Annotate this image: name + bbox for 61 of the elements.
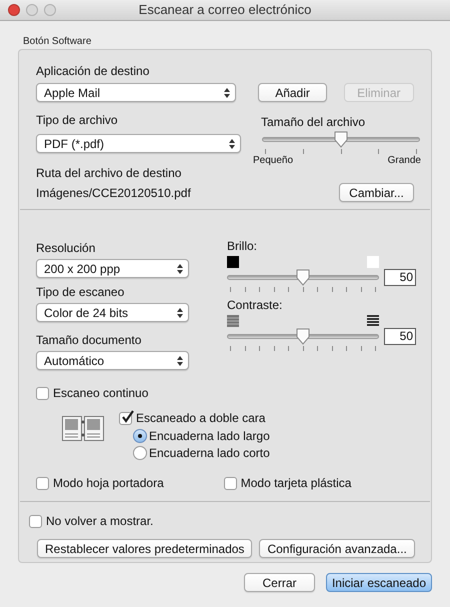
slider-max-label: Grande	[388, 154, 421, 168]
button[interactable]: Configuración avanzada...	[259, 539, 415, 558]
group-label: Botón Software	[23, 35, 92, 48]
stepper-arrows-icon	[177, 356, 183, 366]
dropdown[interactable]: Automático	[36, 351, 189, 370]
value-field[interactable]: 50	[384, 328, 416, 345]
dropdown[interactable]: PDF (*.pdf)	[36, 134, 241, 153]
button[interactable]: Añadir	[258, 83, 327, 102]
minimize-button[interactable]	[26, 4, 38, 16]
field-label: Tamaño documento	[36, 332, 142, 348]
checkbox-label: Modo tarjeta plástica	[240, 475, 352, 491]
low-contrast-icon	[227, 315, 239, 327]
window-title: Escanear a correo electrónico	[138, 2, 312, 18]
radio-button[interactable]	[133, 446, 147, 460]
checkbox[interactable]	[29, 514, 42, 528]
slider-thumb[interactable]	[296, 269, 310, 286]
slider[interactable]	[227, 328, 379, 345]
field-label: Tipo de archivo	[36, 112, 119, 128]
slider[interactable]	[227, 269, 379, 286]
stepper-arrows-icon	[229, 138, 235, 148]
radio-label: Encuaderna lado corto	[149, 445, 270, 461]
stepper-arrows-icon	[177, 264, 183, 274]
dark-square-icon	[227, 256, 239, 268]
checkbox[interactable]	[36, 476, 49, 490]
slider-min-label: Pequeño	[253, 154, 294, 168]
light-square-icon	[367, 256, 379, 268]
checkbox[interactable]	[119, 412, 132, 424]
check-icon	[121, 410, 134, 422]
slider-thumb[interactable]	[296, 328, 310, 345]
field-label: Tipo de escaneo	[36, 284, 126, 300]
field-label: Resolución	[36, 240, 96, 256]
button[interactable]: Cerrar	[244, 573, 315, 592]
zoom-button[interactable]	[44, 4, 56, 16]
checkbox-label: Modo hoja portadora	[53, 475, 164, 491]
field-label: Contraste:	[227, 297, 284, 313]
checkbox-label: Escaneo continuo	[53, 385, 148, 401]
button[interactable]: Restablecer valores predeterminados	[37, 539, 252, 558]
field-label: Brillo:	[227, 238, 258, 254]
file-path: Imágenes/CCE20120510.pdf	[36, 184, 191, 200]
stepper-arrows-icon	[224, 88, 230, 98]
slider-thumb[interactable]	[334, 131, 348, 148]
close-button[interactable]	[8, 4, 20, 16]
checkbox-label: Escaneado a doble cara	[136, 410, 266, 426]
field-label: Tamaño del archivo	[261, 114, 366, 130]
dropdown[interactable]: Color de 24 bits	[36, 303, 189, 322]
checkbox-label: No volver a mostrar.	[46, 513, 154, 529]
radio-label: Encuaderna lado largo	[149, 428, 270, 444]
field-label: Ruta del archivo de destino	[36, 165, 182, 181]
radio-button[interactable]	[133, 429, 147, 443]
slider[interactable]	[262, 131, 420, 148]
checkbox[interactable]	[224, 476, 237, 490]
high-contrast-icon	[367, 315, 379, 327]
checkbox[interactable]	[36, 386, 49, 400]
value-field[interactable]: 50	[384, 269, 416, 286]
stepper-arrows-icon	[177, 308, 183, 318]
dropdown[interactable]: Apple Mail	[36, 83, 236, 102]
duplex-pages-icon	[62, 414, 104, 442]
dropdown[interactable]: 200 x 200 ppp	[36, 259, 189, 278]
button[interactable]: Cambiar...	[339, 183, 414, 202]
button[interactable]: Iniciar escaneado	[326, 573, 432, 592]
field-label: Aplicación de destino	[36, 63, 150, 79]
